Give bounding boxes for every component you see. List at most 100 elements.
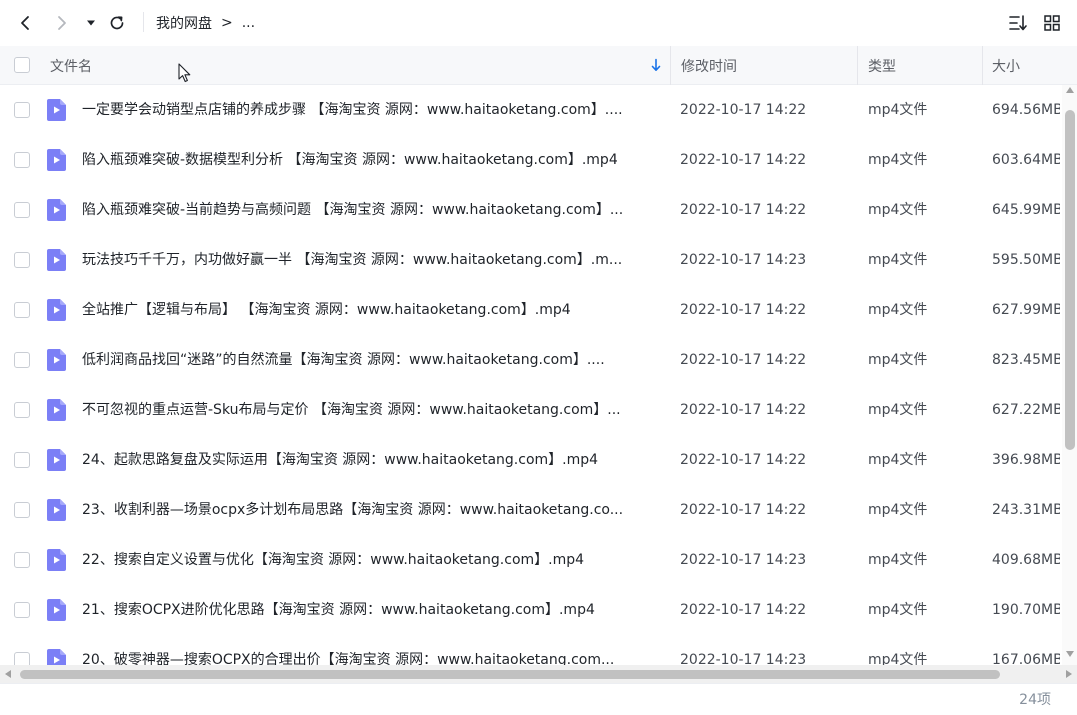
file-type: mp4文件 (868, 602, 928, 618)
row-checkbox[interactable] (14, 152, 30, 168)
refresh-button[interactable] (102, 8, 132, 38)
item-count: 24项 (1019, 692, 1051, 708)
video-file-icon (47, 649, 66, 665)
horizontal-scrollbar[interactable] (0, 665, 1077, 683)
file-size: 243.31MB (992, 502, 1060, 518)
table-row[interactable]: 一定要学会动销型点店铺的养成步骤 【海淘宝资 源网：www.haitaoketa… (0, 85, 1062, 135)
row-checkbox[interactable] (14, 502, 30, 518)
file-name: 21、搜索OCPX进阶优化思路【海淘宝资 源网：www.haitaoketang… (82, 602, 595, 618)
file-name: 22、搜索自定义设置与优化【海淘宝资 源网：www.haitaoketang.c… (82, 552, 585, 568)
breadcrumb-separator: > (221, 15, 233, 31)
vertical-scroll-thumb[interactable] (1065, 110, 1075, 450)
breadcrumb-root[interactable]: 我的网盘 (156, 13, 212, 33)
file-size: 645.99MB (992, 202, 1060, 218)
row-checkbox[interactable] (14, 202, 30, 218)
row-checkbox[interactable] (14, 252, 30, 268)
scroll-right-arrow[interactable] (1066, 670, 1072, 678)
column-header-type[interactable]: 类型 (868, 46, 896, 85)
select-all-checkbox[interactable] (14, 57, 30, 73)
row-checkbox[interactable] (14, 552, 30, 568)
file-modified: 2022-10-17 14:22 (680, 502, 807, 518)
chevron-left-icon (21, 16, 29, 30)
file-size: 603.64MB (992, 152, 1060, 168)
table-row[interactable]: 24、起款思路复盘及实际运用【海淘宝资 源网：www.haitaoketang.… (0, 435, 1062, 485)
video-file-icon (47, 299, 66, 321)
file-modified: 2022-10-17 14:22 (680, 352, 807, 368)
breadcrumb: 我的网盘 > ... (156, 12, 255, 34)
forward-button[interactable] (47, 8, 77, 38)
file-type: mp4文件 (868, 202, 928, 218)
row-checkbox[interactable] (14, 652, 30, 665)
view-toggle-button[interactable] (1037, 8, 1067, 38)
video-file-icon (47, 399, 66, 421)
video-file-icon (47, 249, 66, 271)
video-file-icon (47, 349, 66, 371)
column-divider[interactable] (857, 46, 858, 85)
file-name: 不可忽视的重点运营-Sku布局与定价 【海淘宝资 源网：www.haitaoke… (82, 402, 621, 418)
file-type: mp4文件 (868, 252, 928, 268)
table-row[interactable]: 23、收割利器—场景ocpx多计划布局思路【海淘宝资 源网：www.haitao… (0, 485, 1062, 535)
file-size: 409.68MB (992, 552, 1060, 568)
horizontal-scroll-thumb[interactable] (20, 670, 1000, 679)
file-name: 20、破零神器—搜索OCPX的合理出价【海淘宝资 源网：www.haitaoke… (82, 652, 615, 665)
chevron-right-icon (58, 16, 66, 30)
file-size: 190.70MB (992, 602, 1060, 618)
row-checkbox[interactable] (14, 602, 30, 618)
table-row[interactable]: 低利润商品找回“迷路”的自然流量【海淘宝资 源网：www.haitaoketan… (0, 335, 1062, 385)
file-name: 23、收割利器—场景ocpx多计划布局思路【海淘宝资 源网：www.haitao… (82, 502, 624, 518)
video-file-icon (47, 499, 66, 521)
table-row[interactable]: 陷入瓶颈难突破-数据模型利分析 【海淘宝资 源网：www.haitaoketan… (0, 135, 1062, 185)
table-row[interactable]: 不可忽视的重点运营-Sku布局与定价 【海淘宝资 源网：www.haitaoke… (0, 385, 1062, 435)
video-file-icon (47, 99, 66, 121)
file-size: 167.06MB (992, 652, 1060, 665)
file-name: 一定要学会动销型点店铺的养成步骤 【海淘宝资 源网：www.haitaoketa… (82, 102, 623, 118)
column-divider[interactable] (982, 46, 983, 85)
table-row[interactable]: 21、搜索OCPX进阶优化思路【海淘宝资 源网：www.haitaoketang… (0, 585, 1062, 635)
toolbar: 我的网盘 > ... (0, 0, 1077, 46)
row-checkbox[interactable] (14, 452, 30, 468)
file-size: 627.99MB (992, 302, 1060, 318)
file-type: mp4文件 (868, 402, 928, 418)
caret-down-icon (87, 20, 95, 26)
table-row[interactable]: 全站推广【逻辑与布局】 【海淘宝资 源网：www.haitaoketang.co… (0, 285, 1062, 335)
file-modified: 2022-10-17 14:22 (680, 202, 807, 218)
row-checkbox[interactable] (14, 352, 30, 368)
table-row[interactable]: 陷入瓶颈难突破-当前趋势与高频问题 【海淘宝资 源网：www.haitaoket… (0, 185, 1062, 235)
back-button[interactable] (10, 8, 40, 38)
column-header-name[interactable]: 文件名 (50, 46, 92, 85)
sort-button[interactable] (1003, 8, 1033, 38)
video-file-icon (47, 549, 66, 571)
file-name: 24、起款思路复盘及实际运用【海淘宝资 源网：www.haitaoketang.… (82, 452, 599, 468)
file-name: 玩法技巧千千万，内功做好赢一半 【海淘宝资 源网：www.haitaoketan… (82, 252, 623, 268)
file-modified: 2022-10-17 14:22 (680, 452, 807, 468)
scroll-down-arrow[interactable] (1066, 651, 1074, 657)
file-modified: 2022-10-17 14:22 (680, 152, 807, 168)
table-row[interactable]: 玩法技巧千千万，内功做好赢一半 【海淘宝资 源网：www.haitaoketan… (0, 235, 1062, 285)
row-checkbox[interactable] (14, 102, 30, 118)
column-header-size[interactable]: 大小 (992, 46, 1020, 85)
table-row[interactable]: 20、破零神器—搜索OCPX的合理出价【海淘宝资 源网：www.haitaoke… (0, 635, 1062, 665)
arrow-down-icon[interactable] (650, 58, 662, 72)
file-modified: 2022-10-17 14:22 (680, 602, 807, 618)
row-checkbox[interactable] (14, 402, 30, 418)
file-name: 全站推广【逻辑与布局】 【海淘宝资 源网：www.haitaoketang.co… (82, 302, 571, 318)
column-header-modified[interactable]: 修改时间 (681, 46, 737, 85)
video-file-icon (47, 449, 66, 471)
scroll-left-arrow[interactable] (5, 670, 11, 678)
vertical-scrollbar[interactable] (1062, 85, 1077, 665)
file-modified: 2022-10-17 14:23 (680, 252, 807, 268)
file-modified: 2022-10-17 14:22 (680, 102, 807, 118)
sort-icon (1009, 15, 1027, 31)
status-bar: 24项 (0, 683, 1077, 715)
file-size: 823.45MB (992, 352, 1060, 368)
video-file-icon (47, 599, 66, 621)
breadcrumb-ellipsis[interactable]: ... (242, 15, 255, 31)
file-type: mp4文件 (868, 302, 928, 318)
scroll-up-arrow[interactable] (1066, 87, 1074, 93)
column-divider[interactable] (670, 46, 671, 85)
table-row[interactable]: 22、搜索自定义设置与优化【海淘宝资 源网：www.haitaoketang.c… (0, 535, 1062, 585)
file-type: mp4文件 (868, 102, 928, 118)
row-checkbox[interactable] (14, 302, 30, 318)
file-modified: 2022-10-17 14:23 (680, 552, 807, 568)
file-size: 627.22MB (992, 402, 1060, 418)
